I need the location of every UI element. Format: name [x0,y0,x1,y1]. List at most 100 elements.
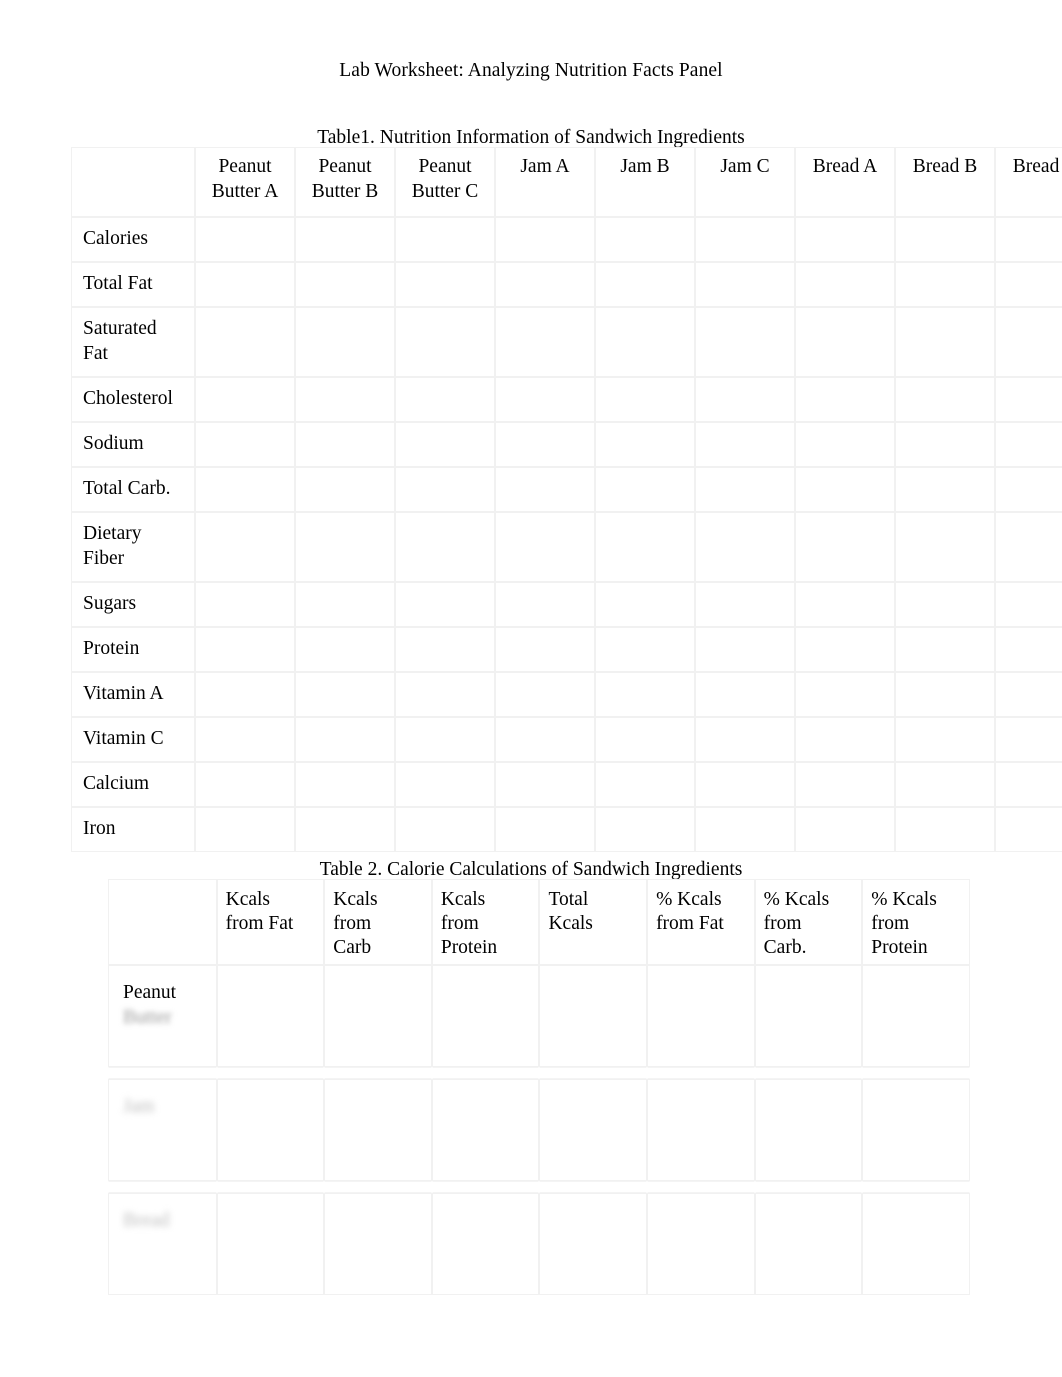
table1-cell[interactable] [395,307,495,377]
table1-cell[interactable] [695,467,795,512]
table1-cell[interactable] [695,717,795,762]
table2-cell[interactable] [862,965,970,1067]
table1-cell[interactable] [995,672,1062,717]
table1-cell[interactable] [895,627,995,672]
table2-cell[interactable] [862,1193,970,1295]
table2-cell[interactable] [754,1193,863,1295]
table1-cell[interactable] [595,807,695,852]
table1-cell[interactable] [495,672,595,717]
table1-cell[interactable] [995,262,1062,307]
table1-cell[interactable] [495,762,595,807]
table2-cell[interactable] [216,965,325,1067]
table1-cell[interactable] [295,307,395,377]
table1-cell[interactable] [595,422,695,467]
table1-cell[interactable] [195,672,295,717]
table1-cell[interactable] [795,672,895,717]
table1-cell[interactable] [195,582,295,627]
table1-cell[interactable] [195,512,295,582]
table1-cell[interactable] [695,582,795,627]
table1-cell[interactable] [995,807,1062,852]
table2-cell[interactable] [216,1193,325,1295]
table1-cell[interactable] [895,377,995,422]
table1-cell[interactable] [395,422,495,467]
table1-cell[interactable] [195,717,295,762]
table1-cell[interactable] [895,582,995,627]
table1-cell[interactable] [795,307,895,377]
table1-cell[interactable] [395,262,495,307]
table1-cell[interactable] [695,307,795,377]
table1-cell[interactable] [295,627,395,672]
table1-cell[interactable] [895,467,995,512]
table1-cell[interactable] [295,422,395,467]
table1-cell[interactable] [795,807,895,852]
table1-cell[interactable] [795,422,895,467]
table1-cell[interactable] [795,512,895,582]
table1-cell[interactable] [895,307,995,377]
table1-cell[interactable] [195,627,295,672]
table1-cell[interactable] [595,467,695,512]
table1-cell[interactable] [895,762,995,807]
table1-cell[interactable] [295,807,395,852]
table1-cell[interactable] [395,807,495,852]
table1-cell[interactable] [995,422,1062,467]
table1-cell[interactable] [695,512,795,582]
table2-cell[interactable] [862,1079,970,1181]
table1-cell[interactable] [895,422,995,467]
table1-cell[interactable] [695,377,795,422]
table2-cell[interactable] [647,1079,755,1181]
table1-cell[interactable] [795,717,895,762]
table1-cell[interactable] [595,377,695,422]
table2-cell[interactable] [431,965,540,1067]
table1-cell[interactable] [295,262,395,307]
table1-cell[interactable] [195,422,295,467]
table2-cell[interactable] [754,1079,863,1181]
table1-cell[interactable] [595,627,695,672]
table1-cell[interactable] [495,627,595,672]
table1-cell[interactable] [895,262,995,307]
table1-cell[interactable] [895,672,995,717]
table1-cell[interactable] [695,422,795,467]
table1-cell[interactable] [695,762,795,807]
table1-cell[interactable] [395,762,495,807]
table1-cell[interactable] [795,467,895,512]
table1-cell[interactable] [395,512,495,582]
table2-cell[interactable] [539,965,648,1067]
table1-cell[interactable] [595,582,695,627]
table2-cell[interactable] [647,1193,755,1295]
table2-cell[interactable] [431,1079,540,1181]
table1-cell[interactable] [195,762,295,807]
table1-cell[interactable] [395,467,495,512]
table1-cell[interactable] [395,582,495,627]
table2-cell[interactable] [324,1193,432,1295]
table1-cell[interactable] [595,262,695,307]
table2-cell[interactable] [647,965,755,1067]
table2-cell[interactable] [539,1079,648,1181]
table1-cell[interactable] [295,512,395,582]
table1-cell[interactable] [195,807,295,852]
table1-cell[interactable] [195,217,295,262]
table1-cell[interactable] [795,262,895,307]
table1-cell[interactable] [295,672,395,717]
table2-cell[interactable] [324,965,432,1067]
table1-cell[interactable] [295,217,395,262]
table1-cell[interactable] [395,672,495,717]
table1-cell[interactable] [995,762,1062,807]
table1-cell[interactable] [895,807,995,852]
table1-cell[interactable] [995,307,1062,377]
table2-cell[interactable] [324,1079,432,1181]
table1-cell[interactable] [195,262,295,307]
table1-cell[interactable] [595,717,695,762]
table1-cell[interactable] [195,377,295,422]
table1-cell[interactable] [495,467,595,512]
table1-cell[interactable] [995,717,1062,762]
table1-cell[interactable] [295,762,395,807]
table1-cell[interactable] [795,762,895,807]
table1-cell[interactable] [995,467,1062,512]
table1-cell[interactable] [495,262,595,307]
table1-cell[interactable] [195,467,295,512]
table1-cell[interactable] [495,307,595,377]
table1-cell[interactable] [295,582,395,627]
table1-cell[interactable] [995,512,1062,582]
table1-cell[interactable] [395,627,495,672]
table1-cell[interactable] [595,217,695,262]
